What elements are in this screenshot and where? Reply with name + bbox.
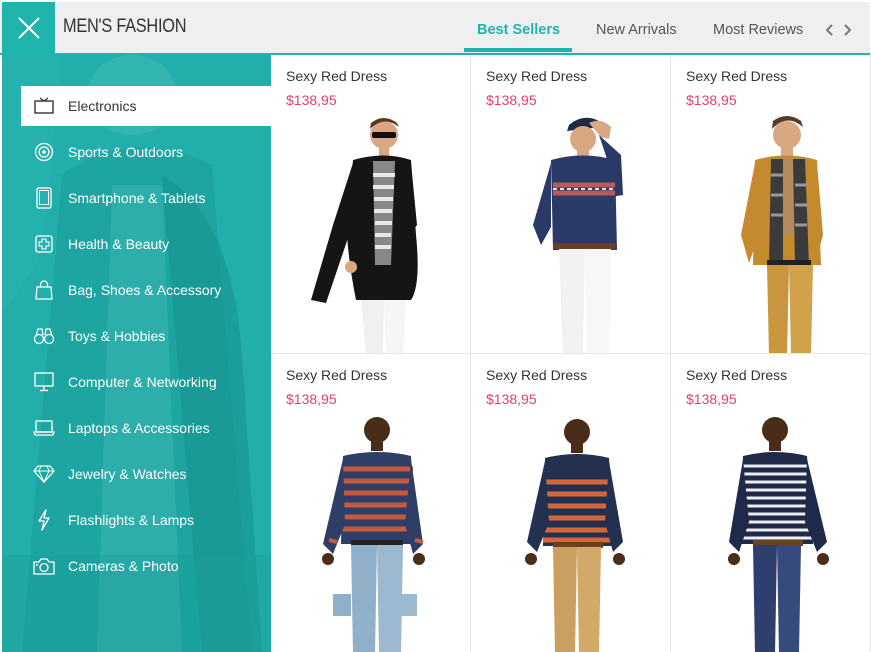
sidebar-item-toys-hobbies[interactable]: Toys & Hobbies <box>21 316 271 356</box>
product-price: $138,95 <box>686 92 737 108</box>
sidebar-item-cameras-photo[interactable]: Cameras & Photo <box>21 546 271 586</box>
sidebar-item-label: Smartphone & Tablets <box>68 190 206 206</box>
chevron-left-icon <box>826 24 833 36</box>
sidebar-item-label: Toys & Hobbies <box>68 328 166 344</box>
product-name[interactable]: Sexy Red Dress <box>286 367 387 383</box>
lightning-icon <box>33 509 55 531</box>
sidebar-item-smartphone-tablets[interactable]: Smartphone & Tablets <box>21 178 271 218</box>
sidebar-item-label: Sports & Outdoors <box>68 144 184 160</box>
product-name[interactable]: Sexy Red Dress <box>686 68 787 84</box>
category-sidebar: Electronics Sports & Outdoors Smartphone… <box>2 55 271 652</box>
monitor-icon <box>33 371 55 393</box>
product-price: $138,95 <box>286 92 337 108</box>
app-window: MEN'S FASHION Best Sellers New Arrivals … <box>0 0 871 652</box>
product-price: $138,95 <box>486 391 537 407</box>
sidebar-item-label: Laptops & Accessories <box>68 420 210 436</box>
camera-icon <box>33 555 55 577</box>
product-image[interactable] <box>671 414 871 652</box>
sidebar-item-label: Jewelry & Watches <box>68 466 187 482</box>
sidebar-item-label: Flashlights & Lamps <box>68 512 195 528</box>
close-button[interactable] <box>2 2 55 53</box>
sidebar-item-laptops-accessories[interactable]: Laptops & Accessories <box>21 408 271 448</box>
sidebar-item-label: Electronics <box>68 98 137 114</box>
smartphone-icon <box>33 187 55 209</box>
product-image[interactable] <box>271 414 471 652</box>
product-image[interactable] <box>671 115 871 354</box>
tab-new-arrivals[interactable]: New Arrivals <box>596 22 677 38</box>
product-image[interactable] <box>471 115 671 354</box>
sidebar-item-jewelry-watches[interactable]: Jewelry & Watches <box>21 454 271 494</box>
tab-best-sellers[interactable]: Best Sellers <box>477 22 560 38</box>
product-price: $138,95 <box>686 391 737 407</box>
product-card[interactable]: Sexy Red Dress $138,95 <box>671 55 871 354</box>
diamond-icon <box>33 463 55 485</box>
sidebar-item-flashlights-lamps[interactable]: Flashlights & Lamps <box>21 500 271 540</box>
sidebar-item-sports-outdoors[interactable]: Sports & Outdoors <box>21 132 271 172</box>
product-price: $138,95 <box>486 92 537 108</box>
product-card[interactable]: Sexy Red Dress $138,95 <box>671 354 871 652</box>
medical-cross-icon <box>33 233 55 255</box>
active-tab-indicator <box>464 48 572 52</box>
product-card[interactable]: Sexy Red Dress $138,95 <box>471 354 671 652</box>
product-name[interactable]: Sexy Red Dress <box>486 68 587 84</box>
shopping-bag-icon <box>33 279 55 301</box>
sidebar-item-label: Health & Beauty <box>68 236 170 252</box>
sidebar-item-health-beauty[interactable]: Health & Beauty <box>21 224 271 264</box>
product-grid: Sexy Red Dress $138,95 Sexy Red Dress $1… <box>271 55 871 652</box>
sidebar-item-bag-shoes-accessory[interactable]: Bag, Shoes & Accessory <box>21 270 271 310</box>
sidebar-item-label: Computer & Networking <box>68 374 217 390</box>
chevron-right-icon <box>844 24 851 36</box>
sidebar-item-electronics[interactable]: Electronics <box>21 86 271 126</box>
header-bar: MEN'S FASHION Best Sellers New Arrivals … <box>0 2 870 55</box>
product-card[interactable]: Sexy Red Dress $138,95 <box>271 354 471 652</box>
product-price: $138,95 <box>286 391 337 407</box>
product-image[interactable] <box>271 115 471 354</box>
product-card[interactable]: Sexy Red Dress $138,95 <box>271 55 471 354</box>
sidebar-item-label: Bag, Shoes & Accessory <box>68 282 222 298</box>
tab-most-reviews[interactable]: Most Reviews <box>713 22 803 38</box>
tv-icon <box>33 95 55 117</box>
product-name[interactable]: Sexy Red Dress <box>286 68 387 84</box>
binoculars-icon <box>33 325 55 347</box>
product-card[interactable]: Sexy Red Dress $138,95 <box>471 55 671 354</box>
product-name[interactable]: Sexy Red Dress <box>686 367 787 383</box>
page-title: MEN'S FASHION <box>63 16 187 37</box>
next-button[interactable] <box>840 20 854 40</box>
laptop-icon <box>33 417 55 439</box>
prev-button[interactable] <box>823 20 837 40</box>
close-x-icon <box>17 16 40 39</box>
product-name[interactable]: Sexy Red Dress <box>486 367 587 383</box>
target-icon <box>33 141 55 163</box>
sidebar-item-computer-networking[interactable]: Computer & Networking <box>21 362 271 402</box>
product-image[interactable] <box>471 414 671 652</box>
sidebar-item-label: Cameras & Photo <box>68 558 179 574</box>
